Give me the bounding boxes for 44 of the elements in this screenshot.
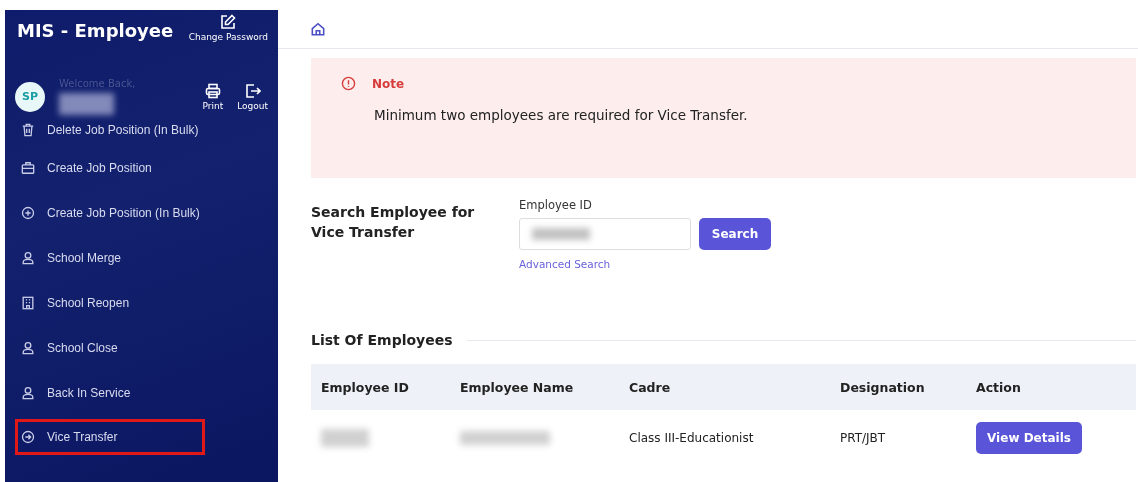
change-password-button[interactable]: Change Password xyxy=(188,14,268,42)
search-heading: Search Employee for Vice Transfer xyxy=(311,203,476,242)
home-icon[interactable] xyxy=(311,22,325,36)
advanced-search-link[interactable]: Advanced Search xyxy=(519,258,771,270)
trash-icon xyxy=(21,123,35,137)
alert-icon xyxy=(341,76,356,91)
sidebar-item[interactable]: Create Job Position (In Bulk) xyxy=(15,193,245,233)
pencil-icon xyxy=(220,14,237,30)
view-details-button[interactable]: View Details xyxy=(976,422,1082,454)
sidebar-item[interactable]: School Close xyxy=(15,328,245,368)
employee-id-field[interactable] xyxy=(519,218,691,250)
sidebar-item[interactable]: Delete Job Position (In Bulk) xyxy=(15,117,245,143)
redacted-name xyxy=(59,93,114,115)
app-title: MIS - Employee xyxy=(17,20,174,41)
building-icon xyxy=(21,296,35,310)
redacted-id xyxy=(321,429,369,447)
avatar: SP xyxy=(15,81,45,112)
column-header: Action xyxy=(976,379,1021,395)
table-cell: PRT/JBT xyxy=(840,431,886,445)
list-heading: List Of Employees xyxy=(311,332,453,348)
search-button[interactable]: Search xyxy=(699,218,771,250)
person-icon xyxy=(21,341,35,355)
plus-circle-icon xyxy=(21,206,35,220)
sidebar-item[interactable]: School Reopen xyxy=(15,283,245,323)
field-label: Employee ID xyxy=(519,198,593,212)
column-header: Employee ID xyxy=(321,379,409,395)
note-message: Minimum two employees are required for Vice Transfer. xyxy=(374,107,749,123)
person-icon xyxy=(21,251,35,265)
sidebar-item[interactable]: Vice Transfer xyxy=(15,419,205,455)
note-title: Note xyxy=(372,76,405,91)
person-icon xyxy=(21,386,35,400)
print-button[interactable]: Print xyxy=(202,82,224,111)
sidebar-item[interactable]: Create Job Position xyxy=(15,148,245,188)
briefcase-icon xyxy=(21,161,35,175)
column-header: Employee Name xyxy=(460,379,574,395)
column-header: Designation xyxy=(840,379,925,395)
printer-icon xyxy=(204,82,221,99)
sidebar-item[interactable]: School Merge xyxy=(15,238,245,278)
sidebar-item[interactable]: Back In Service xyxy=(15,373,245,413)
column-header: Cadre xyxy=(629,379,671,395)
arrow-circle-icon xyxy=(21,430,35,444)
logout-icon xyxy=(244,82,261,99)
table-cell: Class III-Educationist xyxy=(629,431,754,445)
logout-button[interactable]: Logout xyxy=(237,82,268,111)
